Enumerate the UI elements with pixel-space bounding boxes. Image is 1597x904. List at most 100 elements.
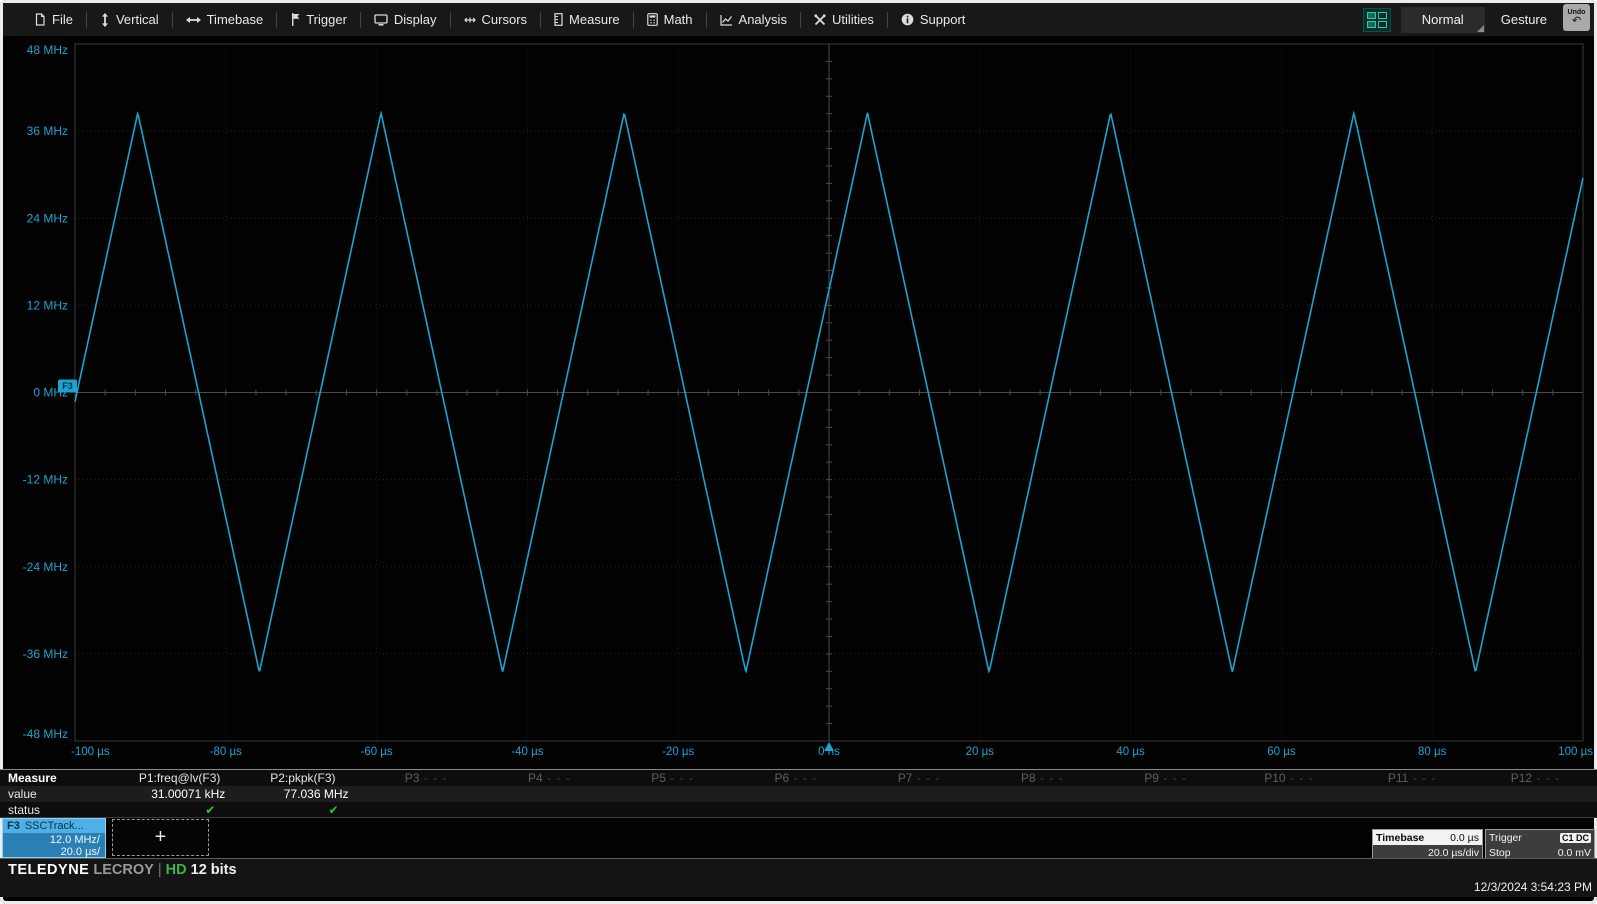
x-axis-label: 60 µs — [1267, 746, 1296, 758]
x-axis-label: -100 µs — [71, 746, 110, 758]
menu-vertical-label: Vertical — [116, 12, 159, 27]
measure-status-row: status ✔✔ — [0, 802, 1597, 818]
bit-depth-label: 12 bits — [191, 862, 237, 878]
trace-horizontal-scale: 20.0 µs/ — [3, 846, 100, 858]
measure-value: 77.036 MHz — [241, 787, 364, 801]
measure-header-row: Measure P1:freq@lv(F3)P2:pkpk(F3)P3 - - … — [0, 770, 1597, 786]
trace-id: F3 — [7, 820, 20, 832]
grid-layout-icon[interactable] — [1363, 8, 1391, 32]
brand-lecroy: LECROY — [93, 862, 153, 878]
measure-empty-placeholder: - - - — [666, 771, 694, 785]
value-row-label: value — [0, 787, 118, 801]
measure-column-header[interactable]: P1:freq@lv(F3) — [118, 771, 241, 785]
analysis-icon — [720, 14, 733, 26]
y-axis-label: 36 MHz — [27, 124, 68, 138]
trigger-source-badge: C1 DC — [1560, 833, 1591, 843]
math-icon — [647, 13, 658, 26]
trigger-icon — [290, 13, 300, 26]
add-trace-button[interactable]: + — [112, 819, 209, 856]
datetime-label: 12/3/2024 3:54:23 PM — [1474, 880, 1592, 894]
menu-analysis-label: Analysis — [739, 12, 787, 27]
status-ok-icon: ✔ — [118, 803, 241, 817]
measure-column-header[interactable]: P10 - - - — [1227, 771, 1350, 785]
brand-separator: | — [158, 862, 162, 878]
y-axis-label: -48 MHz — [23, 727, 68, 741]
measure-empty-placeholder: - - - — [419, 771, 447, 785]
measure-empty-placeholder: - - - — [1408, 771, 1436, 785]
x-axis-label: 40 µs — [1116, 746, 1145, 758]
menu-display-label: Display — [394, 12, 437, 27]
x-axis-label: 20 µs — [966, 746, 995, 758]
trace-level-badge-label: F3 — [62, 381, 73, 391]
trace-name: SSCTrack... — [25, 820, 84, 832]
measure-column-header[interactable]: P8 - - - — [981, 771, 1104, 785]
menu-measure[interactable]: Measure — [541, 3, 633, 36]
x-axis-label: -20 µs — [662, 746, 694, 758]
y-axis-label: 24 MHz — [27, 211, 68, 225]
measure-column-header[interactable]: P4 - - - — [488, 771, 611, 785]
utilities-icon — [814, 14, 826, 26]
y-axis-label: 12 MHz — [27, 298, 68, 312]
menu-bar: File Vertical Timebase Trigger Display C… — [3, 3, 1594, 36]
menu-right-controls: Normal Gesture Undo ↷ — [1363, 3, 1590, 36]
menu-math-label: Math — [664, 12, 693, 27]
menu-display[interactable]: Display — [361, 3, 450, 36]
display-icon — [374, 14, 388, 26]
menu-file[interactable]: File — [21, 3, 86, 36]
menu-file-label: File — [52, 12, 73, 27]
trace-vertical-scale: 12.0 MHz/ — [3, 834, 100, 846]
menu-trigger[interactable]: Trigger — [277, 3, 360, 36]
menu-timebase[interactable]: Timebase — [173, 3, 277, 36]
x-axis-label: -40 µs — [511, 746, 543, 758]
measure-column-header[interactable]: P12 - - - — [1474, 771, 1597, 785]
trigger-mode: Stop — [1489, 847, 1511, 859]
file-icon — [34, 13, 46, 26]
menu-analysis[interactable]: Analysis — [707, 3, 800, 36]
x-axis-label: -80 µs — [210, 746, 242, 758]
measure-value-row: value 31.00071 kHz77.036 MHz — [0, 786, 1597, 802]
measure-column-header[interactable]: P9 - - - — [1104, 771, 1227, 785]
measure-column-header[interactable]: P11 - - - — [1351, 771, 1474, 785]
measure-column-header[interactable]: P3 - - - — [365, 771, 488, 785]
y-axis-label: -12 MHz — [23, 473, 68, 487]
timebase-title: Timebase — [1376, 832, 1424, 844]
measure-column-header[interactable]: P6 - - - — [734, 771, 857, 785]
support-icon — [901, 13, 914, 26]
menu-support-label: Support — [920, 12, 966, 27]
cursors-icon — [464, 14, 476, 26]
timebase-scale: 20.0 µs/div — [1428, 847, 1479, 859]
status-bar: TELEDYNE LECROY | HD 12 bits 12/3/2024 3… — [0, 858, 1597, 897]
undo-arrow-icon: ↷ — [1572, 16, 1581, 27]
undo-button[interactable]: Undo ↷ — [1563, 4, 1590, 31]
measure-empty-placeholder: - - - — [543, 771, 571, 785]
measure-empty-placeholder: - - - — [912, 771, 940, 785]
menu-timebase-label: Timebase — [207, 12, 264, 27]
measure-empty-placeholder: - - - — [1036, 771, 1064, 785]
measure-column-header[interactable]: P2:pkpk(F3) — [241, 771, 364, 785]
measure-empty-placeholder: - - - — [789, 771, 817, 785]
y-axis-label: -36 MHz — [23, 647, 68, 661]
measure-empty-placeholder: - - - — [1159, 771, 1187, 785]
menu-cursors[interactable]: Cursors — [451, 3, 541, 36]
brand-logo: TELEDYNE LECROY | HD 12 bits — [8, 862, 237, 878]
oscilloscope-window: File Vertical Timebase Trigger Display C… — [0, 0, 1597, 904]
trigger-title: Trigger — [1489, 832, 1522, 844]
x-axis-label: -60 µs — [360, 746, 392, 758]
trigger-level: 0.0 mV — [1558, 847, 1591, 859]
measure-table: Measure P1:freq@lv(F3)P2:pkpk(F3)P3 - - … — [0, 769, 1597, 818]
measure-column-header[interactable]: P5 - - - — [611, 771, 734, 785]
menu-math[interactable]: Math — [634, 3, 706, 36]
trace-descriptor-f3[interactable]: F3 SSCTrack... 12.0 MHz/ 20.0 µs/ — [2, 818, 106, 858]
view-mode-dropdown[interactable]: Normal — [1401, 7, 1485, 33]
waveform-plot[interactable]: 48 MHz36 MHz24 MHz12 MHz0 MHz-12 MHz-24 … — [0, 36, 1597, 769]
menu-utilities[interactable]: Utilities — [801, 3, 887, 36]
x-axis-label: 80 µs — [1418, 746, 1447, 758]
measure-empty-placeholder: - - - — [1532, 771, 1560, 785]
menu-support[interactable]: Support — [888, 3, 979, 36]
measure-column-header[interactable]: P7 - - - — [858, 771, 981, 785]
x-axis-label: 100 µs — [1558, 746, 1593, 758]
menu-vertical[interactable]: Vertical — [87, 3, 172, 36]
y-axis-label: 48 MHz — [27, 43, 68, 57]
measure-icon — [554, 13, 563, 26]
menu-utilities-label: Utilities — [832, 12, 874, 27]
